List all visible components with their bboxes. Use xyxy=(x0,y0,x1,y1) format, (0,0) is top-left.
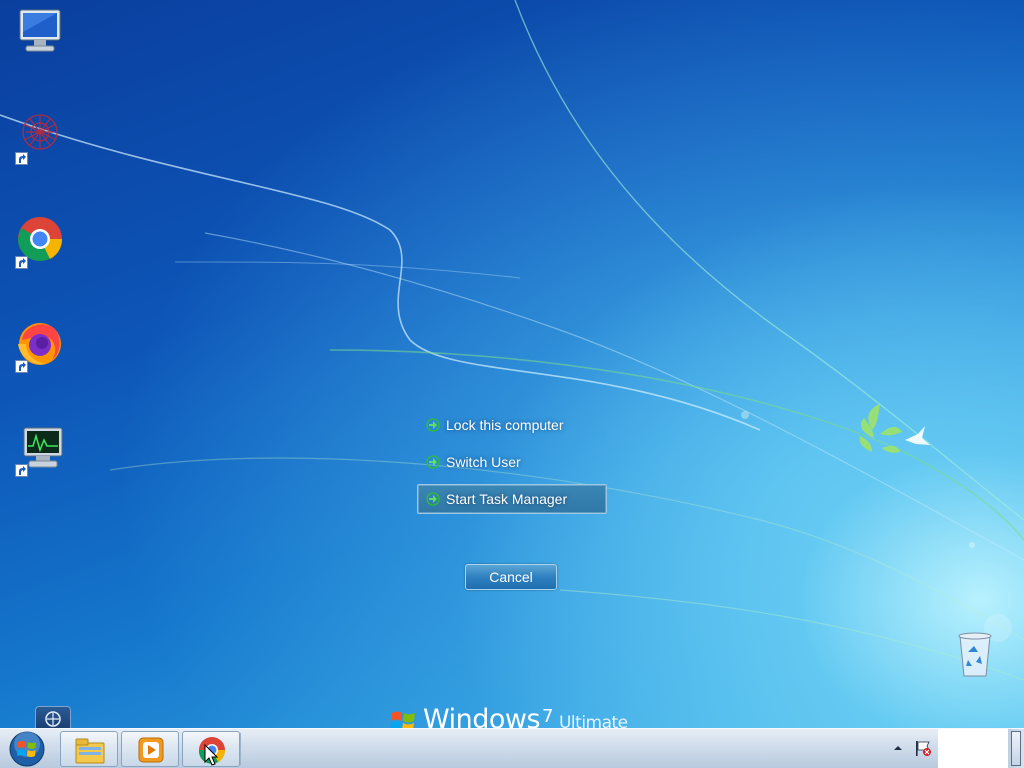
mouse-cursor-icon xyxy=(204,744,219,766)
desktop-icon-network-app[interactable] xyxy=(12,110,68,166)
switch-user-label: Switch User xyxy=(446,454,521,470)
show-desktop-button[interactable] xyxy=(1008,729,1024,768)
taskbar xyxy=(0,728,1024,768)
desktop-icon-system-monitor[interactable] xyxy=(12,422,68,478)
tray-clock-area[interactable] xyxy=(938,729,1008,768)
product-name: Windows xyxy=(423,706,541,730)
shortcut-arrow-icon xyxy=(15,360,28,373)
taskbar-windows-explorer[interactable] xyxy=(60,731,118,767)
product-version: 7 xyxy=(542,706,553,727)
recycle-bin-icon xyxy=(958,632,992,677)
taskbar-divider xyxy=(240,733,241,765)
desktop-icon-computer[interactable] xyxy=(12,6,68,62)
security-options-menu: Lock this computer Switch User Start Tas… xyxy=(417,410,607,521)
lock-computer-option[interactable]: Lock this computer xyxy=(417,410,607,440)
wallpaper-streaks xyxy=(0,0,1024,681)
windows-wordmark: Windows 7 Ultimate xyxy=(423,706,628,730)
cancel-button[interactable]: Cancel xyxy=(465,564,557,590)
show-hidden-icons-arrow-icon[interactable] xyxy=(892,742,904,754)
switch-user-option[interactable]: Switch User xyxy=(417,447,607,477)
green-arrow-icon xyxy=(426,418,440,432)
desktop-icon-chrome[interactable] xyxy=(12,214,68,270)
taskbar-media-player[interactable] xyxy=(121,731,179,767)
action-center-flag-icon[interactable] xyxy=(914,739,932,757)
gadget-icon[interactable] xyxy=(35,706,71,730)
desktop-icon-firefox[interactable] xyxy=(12,318,68,374)
windows-orb-icon xyxy=(9,731,45,767)
green-arrow-icon xyxy=(426,455,440,469)
desktop: Lock this computer Switch User Start Tas… xyxy=(0,0,1024,768)
start-task-manager-option[interactable]: Start Task Manager xyxy=(417,484,607,514)
computer-icon xyxy=(19,9,61,52)
gadget-compass-icon xyxy=(45,711,61,727)
windows-branding: Windows 7 Ultimate xyxy=(390,706,650,730)
windows-explorer-icon xyxy=(75,738,105,764)
start-task-manager-label: Start Task Manager xyxy=(446,491,568,507)
shortcut-arrow-icon xyxy=(15,256,28,269)
start-button[interactable] xyxy=(2,730,52,768)
desktop-icon-recycle-bin[interactable] xyxy=(954,630,996,680)
windows-flag-logo-icon xyxy=(390,711,415,730)
shortcut-arrow-icon xyxy=(15,152,28,165)
lock-computer-label: Lock this computer xyxy=(446,417,564,433)
media-player-icon xyxy=(138,737,164,763)
shortcut-arrow-icon xyxy=(15,464,28,477)
green-arrow-icon xyxy=(426,492,440,506)
